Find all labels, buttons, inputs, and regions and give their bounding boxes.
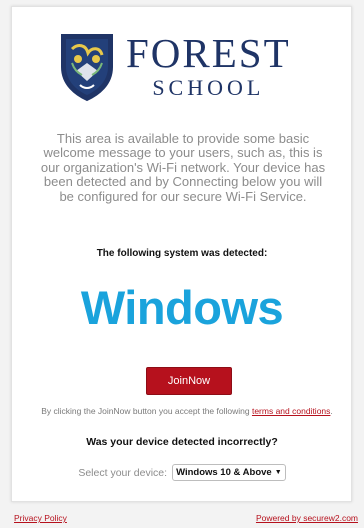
privacy-policy-link[interactable]: Privacy Policy bbox=[14, 513, 67, 523]
terms-prefix: By clicking the JoinNow button you accep… bbox=[41, 406, 250, 416]
detected-incorrectly-question: Was your device detected incorrectly? bbox=[86, 436, 278, 448]
welcome-message: This area is available to provide some b… bbox=[40, 131, 326, 204]
join-now-button[interactable]: JoinNow bbox=[146, 367, 232, 395]
device-select-label: Select your device: bbox=[78, 466, 168, 479]
detected-system-heading: The following system was detected: bbox=[96, 248, 268, 259]
terms-suffix: . bbox=[330, 406, 333, 416]
device-select-row: Select your device: Windows 10 & Above ▼ bbox=[0, 464, 364, 481]
crest-icon bbox=[61, 34, 113, 102]
terms-notice: By clicking the JoinNow button you accep… bbox=[36, 406, 338, 417]
page: FOREST SCHOOL This area is available to … bbox=[0, 0, 364, 528]
powered-by-link[interactable]: Powered by securew2.com bbox=[256, 513, 358, 523]
device-select-dropdown[interactable]: Windows 10 & Above ▼ bbox=[172, 464, 286, 481]
school-logo: FOREST SCHOOL bbox=[58, 28, 308, 106]
logo-wordmark: FOREST SCHOOL bbox=[126, 33, 291, 101]
device-select-value: Windows 10 & Above bbox=[176, 467, 272, 478]
logo-line-forest: FOREST bbox=[126, 30, 291, 76]
terms-and-conditions-link[interactable]: terms and conditions bbox=[252, 406, 330, 416]
logo-line-school: SCHOOL bbox=[152, 75, 265, 100]
chevron-down-icon: ▼ bbox=[274, 469, 282, 476]
detected-os-name: Windows bbox=[80, 281, 284, 334]
